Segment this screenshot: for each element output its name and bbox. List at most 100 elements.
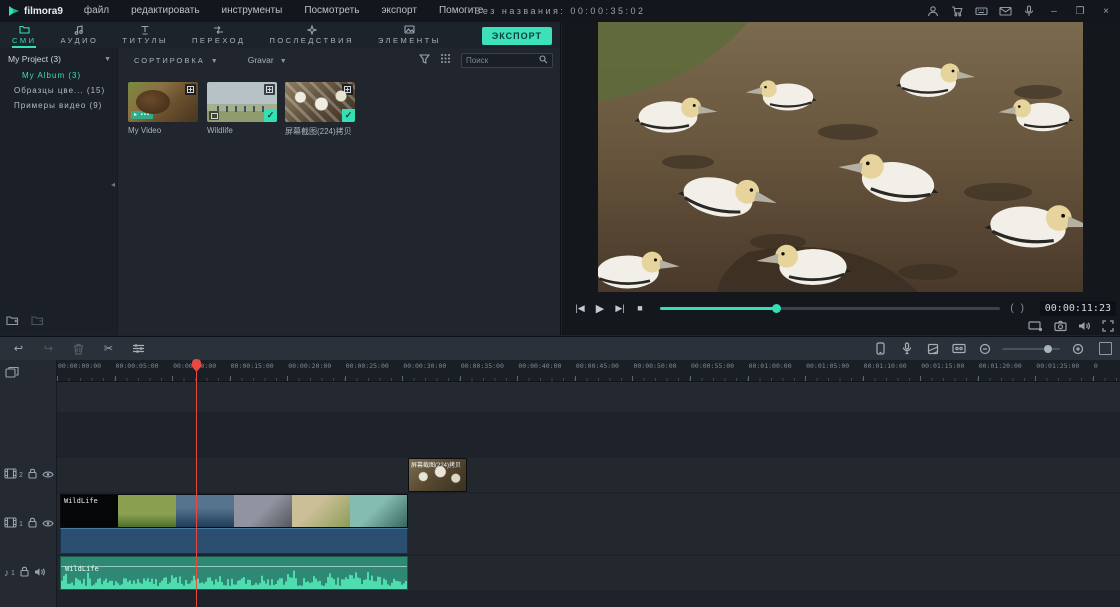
zoom-slider-handle[interactable] [1044, 345, 1052, 353]
undo-icon[interactable]: ↩ [10, 340, 27, 357]
tab-media[interactable]: СМИ [12, 22, 36, 48]
voiceover-mic-icon[interactable] [898, 340, 915, 357]
lock-icon[interactable] [28, 466, 37, 484]
store-cart-icon[interactable] [948, 3, 966, 19]
filmora-window: filmora9 файл редактировать инструменты … [0, 0, 1120, 607]
export-button[interactable]: ЭКСПОРТ [482, 27, 552, 45]
keyboard-icon[interactable] [972, 3, 990, 19]
volume-icon[interactable] [1078, 319, 1091, 337]
filter-icon[interactable] [419, 51, 430, 69]
video-preview[interactable] [598, 22, 1083, 292]
ruler-segment: 0 [1093, 360, 1120, 382]
microphone-icon[interactable] [1020, 3, 1038, 19]
search-icon[interactable] [539, 51, 548, 69]
timeline-ruler[interactable]: 00:00:00:0000:00:05:0000:00:10:0000:00:1… [57, 360, 1120, 382]
sidebar-collapse-icon[interactable]: ◂ [111, 180, 115, 189]
tab-label: ПЕРЕХОД [192, 36, 245, 45]
eye-visibility-icon[interactable] [42, 466, 54, 484]
library-item-sample-videos[interactable]: Примеры видео (9) [0, 98, 117, 113]
grid-view-icon[interactable] [440, 51, 451, 69]
audio-track-icon: ♪ [4, 568, 9, 579]
timeline-clip-video[interactable]: WildLife [60, 494, 408, 528]
mail-icon[interactable] [996, 3, 1014, 19]
tab-titles[interactable]: ТИТУЛЫ [122, 22, 168, 48]
audio-clip-header: WildLife [61, 557, 407, 567]
play-button[interactable]: ▶ [590, 299, 610, 317]
previous-frame-button[interactable]: |◀ [570, 299, 590, 317]
display-settings-icon[interactable] [1028, 319, 1043, 337]
zoom-out-icon[interactable] [976, 340, 993, 357]
ruler-segment: 00:00:55:00 [690, 360, 748, 382]
search-input[interactable] [466, 56, 539, 65]
filmora-logo-icon [8, 5, 20, 17]
restore-button[interactable]: ❐ [1070, 3, 1090, 19]
account-icon[interactable] [924, 3, 942, 19]
redo-icon[interactable]: ↪ [40, 340, 57, 357]
fit-icon [185, 84, 196, 95]
library-item-my-album[interactable]: My Album (3) [0, 68, 117, 83]
ruler-segment: 00:01:25:00 [1035, 360, 1093, 382]
ruler-segment: 00:00:15:00 [230, 360, 288, 382]
lock-icon[interactable] [20, 564, 29, 582]
timeline-clip-audio[interactable]: WildLife [60, 556, 408, 590]
remove-folder-icon[interactable] [31, 313, 44, 331]
fit-timeline-icon[interactable] [1099, 342, 1112, 355]
track-header-audio-1: ♪ 1 [0, 556, 56, 590]
preset-dropdown[interactable]: Gravar▼ [248, 55, 287, 65]
preset-label: Gravar [248, 55, 274, 65]
zoom-in-icon[interactable] [1069, 340, 1086, 357]
fit-icon [342, 84, 353, 95]
fullscreen-icon[interactable] [1102, 319, 1114, 337]
media-thumbnail: ▸ ▪▪▪ [128, 82, 198, 122]
device-record-icon[interactable] [872, 340, 889, 357]
tab-audio[interactable]: АУДИО [60, 22, 98, 48]
minimize-button[interactable]: – [1044, 3, 1064, 19]
stop-button[interactable]: ■ [630, 299, 650, 317]
speaker-mute-icon[interactable] [34, 564, 46, 582]
sort-dropdown[interactable]: Сортировка▼ [134, 56, 220, 65]
manage-tracks-icon[interactable] [5, 365, 19, 383]
media-name: 屏幕截图(224)拷贝 [285, 126, 355, 137]
sort-label: Сортировка [134, 56, 205, 65]
menu-edit[interactable]: редактировать [120, 0, 210, 22]
seek-handle[interactable] [772, 304, 781, 313]
playhead[interactable] [196, 360, 197, 607]
advanced-tools-icon[interactable] [130, 340, 147, 357]
close-button[interactable]: × [1096, 3, 1116, 19]
mark-out-icon[interactable]: ) [1021, 303, 1024, 314]
menu-tools[interactable]: инструменты [211, 0, 294, 22]
split-scissors-icon[interactable]: ✂ [100, 340, 117, 357]
timeline-clip-overlay[interactable]: 屏幕截图(224)拷贝 [408, 458, 467, 492]
tab-transitions[interactable]: ПЕРЕХОД [192, 22, 245, 48]
next-frame-button[interactable]: ▶| [610, 299, 630, 317]
ruler-segment: 00:00:35:00 [460, 360, 518, 382]
render-preview-icon[interactable] [924, 340, 941, 357]
menu-view[interactable]: Посмотреть [293, 0, 370, 22]
eye-visibility-icon[interactable] [42, 515, 54, 533]
in-timeline-check-icon: ✓ [342, 109, 355, 122]
mark-in-icon[interactable]: ( [1010, 303, 1013, 314]
add-folder-icon[interactable] [6, 313, 19, 331]
tab-elements[interactable]: ЭЛЕМЕНТЫ [378, 22, 441, 48]
menu-export[interactable]: экспорт [370, 0, 428, 22]
snapshot-camera-icon[interactable] [1054, 319, 1067, 337]
ruler-segment: 00:01:15:00 [920, 360, 978, 382]
timeline-zoom-slider[interactable] [1002, 348, 1060, 350]
tab-label: СМИ [12, 36, 36, 45]
video-track-2-lane[interactable] [0, 458, 1120, 492]
music-note-icon [74, 24, 84, 35]
seek-bar[interactable] [660, 307, 1000, 310]
app-name: filmora9 [24, 6, 63, 17]
media-item-screenshot[interactable]: ✓ 屏幕截图(224)拷贝 [285, 82, 355, 137]
media-item-my-video[interactable]: ▸ ▪▪▪ My Video [128, 82, 198, 135]
lock-icon[interactable] [28, 515, 37, 533]
library-root[interactable]: My Project (3) ▼ [0, 48, 117, 68]
timeline-clip-video-audio-band[interactable] [60, 528, 408, 554]
tab-effects[interactable]: ПОСЛЕДСТВИЯ [269, 22, 353, 48]
media-grid: ▸ ▪▪▪ My Video ✓ Wildlife ✓ 屏幕截图(224)拷贝 [118, 78, 561, 335]
library-item-sample-colors[interactable]: Образцы цве... (15) [0, 83, 117, 98]
delete-icon[interactable] [70, 340, 87, 357]
media-item-wildlife[interactable]: ✓ Wildlife [207, 82, 277, 135]
film-frame-icon[interactable] [950, 340, 967, 357]
menu-file[interactable]: файл [73, 0, 120, 22]
